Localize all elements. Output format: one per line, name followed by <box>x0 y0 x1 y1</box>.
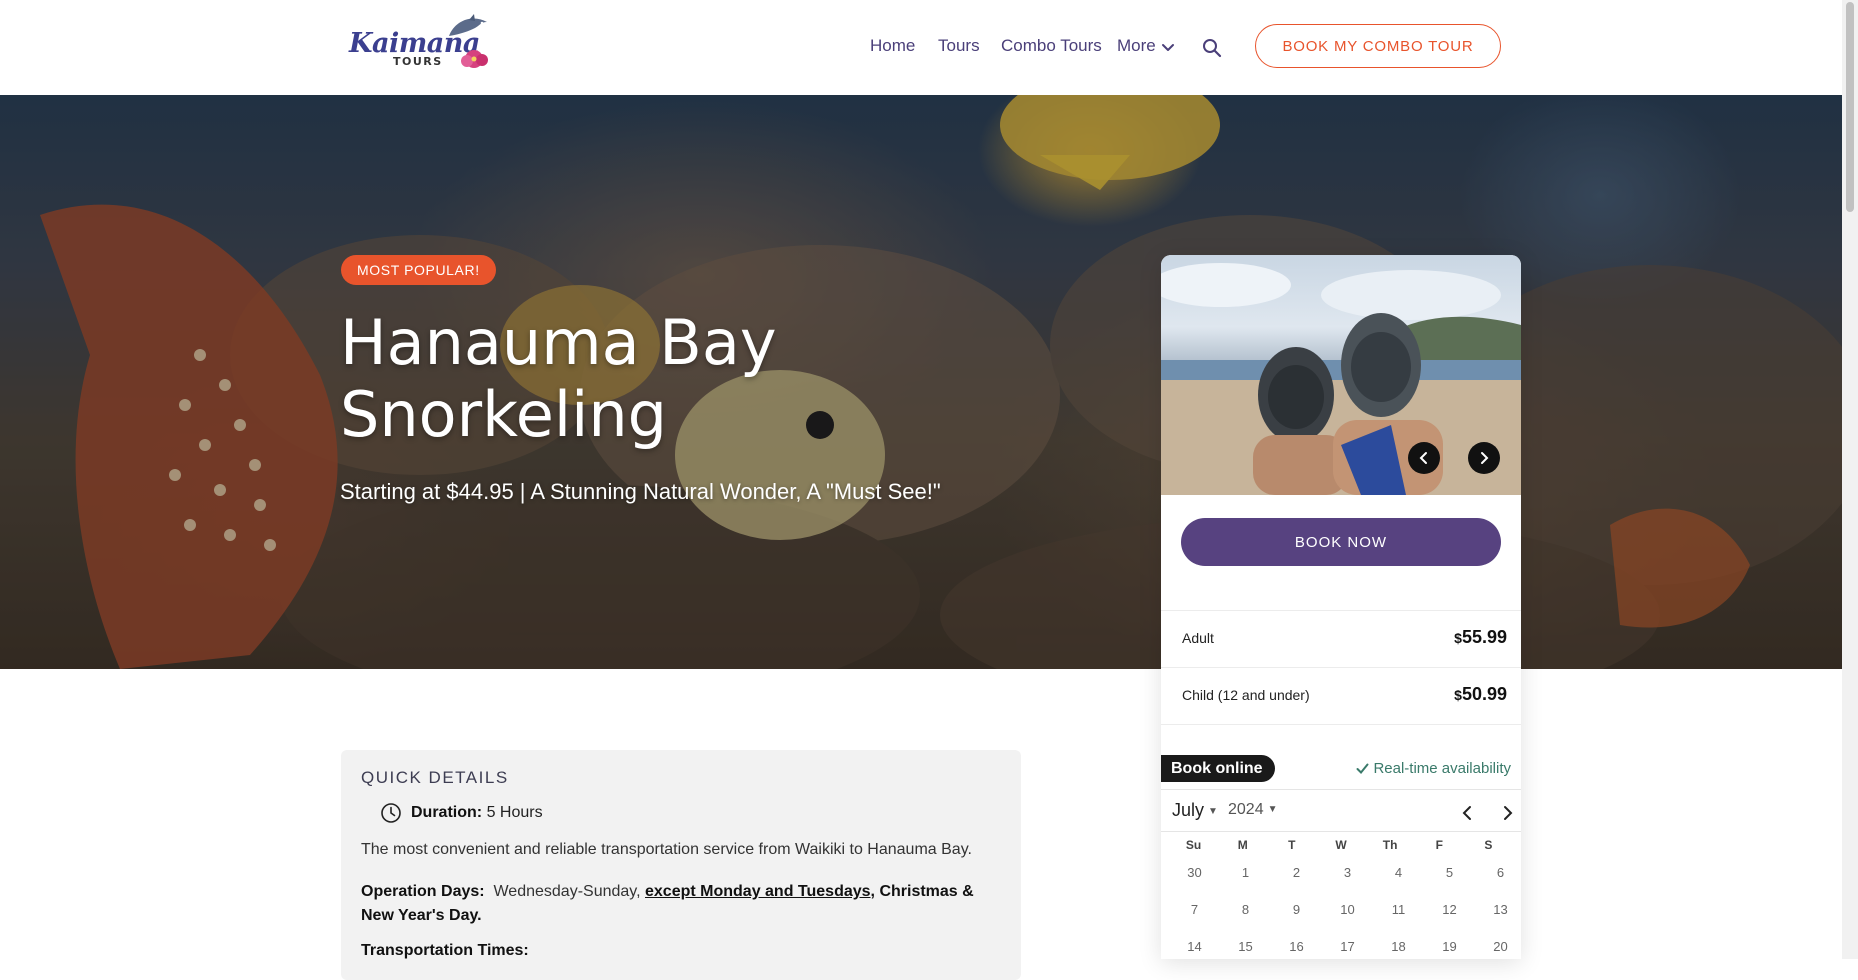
weekday-label: Th <box>1382 838 1398 852</box>
dolphin-icon <box>449 14 487 36</box>
nav-more[interactable]: More <box>1117 36 1156 56</box>
duration-row: Duration: 5 Hours <box>380 802 543 824</box>
calendar-day[interactable]: 16 <box>1271 928 1322 959</box>
price-row-adult[interactable]: Adult $55.99 <box>1161 610 1521 667</box>
booking-widget: BOOK NOW Adult $55.99 Child (12 and unde… <box>1161 255 1521 959</box>
nav-combo-tours[interactable]: Combo Tours <box>1001 36 1102 56</box>
calendar-week: 14 15 16 17 18 19 20 <box>1169 928 1521 959</box>
book-combo-tour-button[interactable]: BOOK MY COMBO TOUR <box>1255 24 1501 68</box>
calendar-day[interactable]: 18 <box>1373 928 1424 959</box>
scrollbar-thumb[interactable] <box>1846 2 1854 212</box>
calendar-day[interactable]: 11 <box>1373 891 1424 928</box>
tour-photo-carousel <box>1161 255 1521 495</box>
duration-label: Duration: <box>411 804 483 821</box>
divider <box>1161 831 1521 832</box>
caret-down-icon: ▼ <box>1208 806 1218 817</box>
month-select[interactable]: July ▼ <box>1172 800 1218 821</box>
book-online-label: Book online <box>1161 755 1275 782</box>
quick-details-title: QUICK DETAILS <box>361 768 509 787</box>
caret-down-icon: ▼ <box>1267 804 1278 815</box>
price-label: Child (12 and under) <box>1182 687 1310 703</box>
hero-banner: MOST POPULAR! Hanauma Bay Snorkeling Sta… <box>0 95 1842 669</box>
weekday-label: Su <box>1185 838 1202 852</box>
weekday-label: W <box>1335 838 1347 852</box>
search-icon[interactable] <box>1202 38 1222 58</box>
logo-subtitle: TOURS <box>393 55 443 68</box>
year-select[interactable]: 2024 ▼ <box>1228 801 1278 819</box>
checkmark-icon <box>1356 763 1369 774</box>
nav-home[interactable]: Home <box>870 36 915 56</box>
calendar-day[interactable]: 7 <box>1169 891 1220 928</box>
price-row-child[interactable]: Child (12 and under) $50.99 <box>1161 667 1521 725</box>
calendar-day[interactable]: 4 <box>1373 854 1424 891</box>
weekday-label: M <box>1237 838 1248 852</box>
page-scrollbar[interactable] <box>1842 0 1858 959</box>
except-days-text: except Monday and Tuesdays, <box>645 883 875 900</box>
realtime-availability: Real-time availability <box>1356 760 1511 777</box>
calendar-day[interactable]: 17 <box>1322 928 1373 959</box>
calendar-day[interactable]: 9 <box>1271 891 1322 928</box>
calendar-grid: Su M T W Th F S 30 1 2 3 4 5 6 7 8 9 10 <box>1169 838 1513 954</box>
calendar-day[interactable]: 10 <box>1322 891 1373 928</box>
calendar-day[interactable]: 19 <box>1424 928 1475 959</box>
calendar-day[interactable]: 15 <box>1220 928 1271 959</box>
site-header: Kaimana TOURS Home Tours Combo Tours Mor… <box>0 0 1842 95</box>
hero-overlay <box>0 95 1842 669</box>
most-popular-badge: MOST POPULAR! <box>341 255 496 285</box>
duration-value: 5 Hours <box>486 804 543 821</box>
weekday-label: S <box>1484 838 1493 852</box>
hero-subtitle: Starting at $44.95 | A Stunning Natural … <box>340 479 941 504</box>
operation-days: Operation Days: Wednesday-Sunday, except… <box>361 883 974 924</box>
calendar-day[interactable]: 8 <box>1220 891 1271 928</box>
calendar-day[interactable]: 2 <box>1271 854 1322 891</box>
calendar-day[interactable]: 13 <box>1475 891 1521 928</box>
quick-details-panel: QUICK DETAILS Duration: 5 Hours The most… <box>341 750 1021 980</box>
carousel-prev-button[interactable] <box>1408 442 1440 474</box>
page-title: Hanauma Bay Snorkeling <box>340 306 777 451</box>
price-value: $55.99 <box>1454 627 1507 647</box>
price-label: Adult <box>1182 630 1214 646</box>
tour-description: The most convenient and reliable transpo… <box>361 841 972 858</box>
carousel-next-button[interactable] <box>1468 442 1500 474</box>
prev-month-button[interactable] <box>1457 802 1479 824</box>
weekday-label: F <box>1435 838 1443 852</box>
price-value: $50.99 <box>1454 684 1507 704</box>
calendar-day[interactable]: 5 <box>1424 854 1475 891</box>
weekday-label: T <box>1288 838 1296 852</box>
calendar-week: 30 1 2 3 4 5 6 <box>1169 854 1521 891</box>
next-month-button[interactable] <box>1496 802 1518 824</box>
book-now-button[interactable]: BOOK NOW <box>1181 518 1501 566</box>
calendar-week: 7 8 9 10 11 12 13 <box>1169 891 1521 928</box>
calendar-day[interactable]: 1 <box>1220 854 1271 891</box>
kaimana-tours-logo[interactable]: Kaimana TOURS <box>345 14 495 72</box>
chevron-down-icon[interactable] <box>1161 40 1175 54</box>
calendar-day[interactable]: 6 <box>1475 854 1521 891</box>
clock-icon <box>381 803 401 823</box>
nav-tours[interactable]: Tours <box>938 36 980 56</box>
chevron-left-icon <box>1419 452 1427 464</box>
calendar-day[interactable]: 20 <box>1475 928 1521 959</box>
calendar-day[interactable]: 12 <box>1424 891 1475 928</box>
calendar-day[interactable]: 14 <box>1169 928 1220 959</box>
calendar-weekday-header: Su M T W Th F S <box>1169 838 1513 852</box>
transportation-times-label: Transportation Times: <box>361 942 529 959</box>
calendar-day[interactable]: 3 <box>1322 854 1373 891</box>
chevron-right-icon <box>1481 452 1489 464</box>
calendar-day[interactable]: 30 <box>1169 854 1220 891</box>
divider <box>1161 789 1521 790</box>
calendar-weeks: 30 1 2 3 4 5 6 7 8 9 10 11 12 13 14 15 1… <box>1169 854 1521 959</box>
hibiscus-icon <box>461 50 488 68</box>
snorkelers-photo <box>1161 263 1521 495</box>
